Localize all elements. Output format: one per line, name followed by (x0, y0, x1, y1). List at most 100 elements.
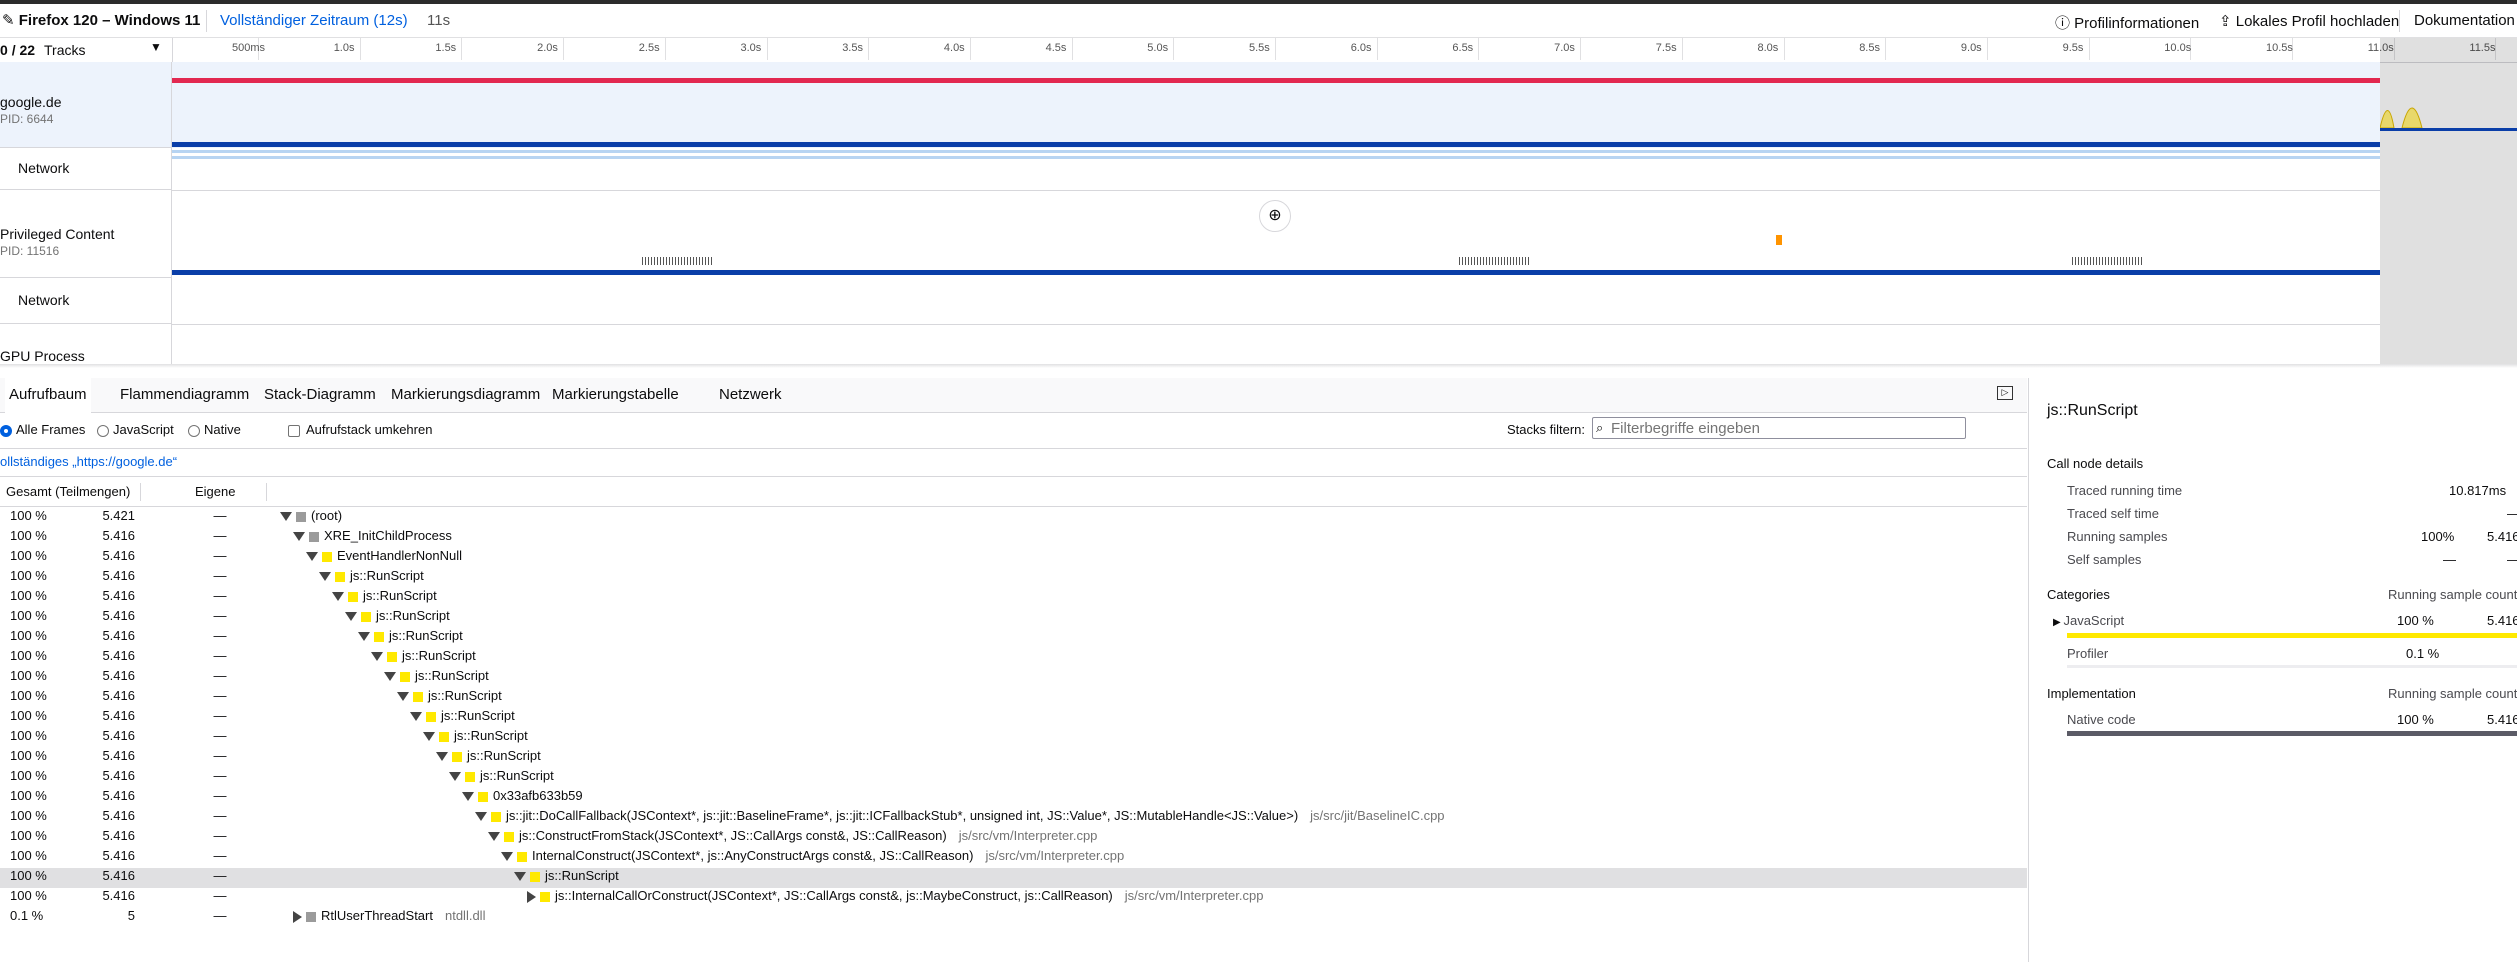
breadcrumb-item[interactable]: ollständiges „https://google.de“ (0, 454, 177, 469)
tick-label: 6.0s (1350, 42, 1372, 54)
row-self: — (213, 908, 227, 923)
category-swatch (491, 811, 501, 822)
tick-line (1376, 38, 1378, 60)
triangle-right-icon[interactable] (527, 890, 536, 903)
search-input[interactable] (1609, 419, 1963, 437)
tree-row[interactable]: 100 % 5.416 — EventHandlerNonNull (0, 548, 2027, 568)
triangle-down-icon[interactable] (332, 592, 344, 602)
triangle-down-icon[interactable] (475, 812, 487, 822)
track-google-graph[interactable] (172, 62, 2380, 148)
radio-native[interactable]: Native (188, 422, 241, 437)
tree-row[interactable]: 100 % 5.416 — js::ConstructFromStack(JSCont… (0, 828, 2027, 848)
triangle-down-icon[interactable] (293, 532, 305, 542)
tick-line (1275, 38, 1276, 60)
track-network-2[interactable]: Network (0, 278, 172, 324)
tree-row[interactable]: 100 % 5.416 — js::RunScript (0, 688, 2027, 708)
app-title[interactable]: ✎ Firefox 120 – Windows 11 (2, 11, 200, 29)
tree-row[interactable]: 100 % 5.421 — (root) (0, 508, 2027, 528)
network-graph-1[interactable] (172, 148, 2380, 191)
tree-row[interactable]: 0.1 % 5 — RtlUserThreadStart ntdll.dll (0, 908, 2027, 928)
filter-field[interactable]: ⌕ (1592, 417, 1966, 439)
tree-row[interactable]: 100 % 5.416 — js::RunScript (0, 668, 2027, 688)
tree-row[interactable]: 100 % 5.416 — js::RunScript (0, 708, 2027, 728)
tick-line (359, 38, 361, 60)
triangle-down-icon[interactable] (436, 752, 448, 762)
tick-label: 9.5s (2062, 42, 2084, 54)
triangle-down-icon[interactable] (358, 632, 370, 642)
tree-row[interactable]: 100 % 5.416 — js::jit::DoCallFallback(JSCon… (0, 808, 2027, 828)
triangle-down-icon[interactable] (345, 612, 357, 622)
triangle-down-icon[interactable] (488, 832, 500, 842)
tree-row[interactable]: 100 % 5.416 — js::RunScript (0, 648, 2027, 668)
sidebar-toggle-icon[interactable]: ▷ (1997, 386, 2013, 400)
track-count: 0 / 22 (0, 42, 36, 58)
range-full-link[interactable]: Vollständiger Zeitraum (12s) (220, 12, 408, 29)
triangle-down-icon[interactable] (410, 712, 422, 722)
row-total: 5.416 (102, 608, 135, 623)
function-library: ntdll.dll (444, 908, 486, 923)
range-current[interactable]: 11s (427, 12, 450, 29)
tab-stack-chart[interactable]: Stack-Diagramm (260, 378, 380, 412)
category-profiler-pct: 0.1 % (2406, 646, 2440, 661)
tree-row[interactable]: 100 % 5.416 — js::InternalCallOrConstruct(J… (0, 888, 2027, 908)
tree-row[interactable]: 100 % 5.416 — js::RunScript (0, 628, 2027, 648)
tree-row[interactable]: 100 % 5.416 — js::RunScript (0, 868, 2027, 888)
tab-flame-graph[interactable]: Flammendiagramm (116, 378, 253, 412)
tree-row[interactable]: 100 % 5.416 — js::RunScript (0, 728, 2027, 748)
triangle-down-icon[interactable] (384, 672, 396, 682)
tree-row[interactable]: 100 % 5.416 — js::RunScript (0, 588, 2027, 608)
category-swatch (465, 771, 475, 782)
triangle-down-icon[interactable] (397, 692, 409, 702)
upload-button[interactable]: ⇪ Lokales Profil hochladen (2219, 12, 2399, 30)
docs-link[interactable]: Dokumentation (2414, 12, 2515, 29)
tree-row[interactable]: 100 % 5.416 — js::RunScript (0, 608, 2027, 628)
row-percent: 100 % (10, 708, 47, 723)
tab-marker-table[interactable]: Markierungstabelle (548, 378, 683, 412)
tree-row[interactable]: 100 % 5.416 — js::RunScript (0, 768, 2027, 788)
zoom-icon[interactable]: ⊕ (1259, 200, 1291, 232)
triangle-down-icon[interactable] (514, 872, 526, 882)
triangle-down-icon[interactable] (306, 552, 318, 562)
profile-info-button[interactable]: ⓘ Profilinformationen (2055, 12, 2199, 33)
tab-call-tree[interactable]: Aufrufbaum (5, 378, 91, 414)
tree-row[interactable]: 100 % 5.416 — js::RunScript (0, 568, 2027, 588)
triangle-down-icon[interactable] (449, 772, 461, 782)
category-js-bar (2067, 633, 2517, 638)
network-graph-2[interactable] (172, 278, 2380, 325)
time-ruler[interactable]: 500ms 1.0s 1.5s 2.0s 2.5s 3.0s 3.5s 4.0s 4.5s 5.0… (172, 38, 2517, 63)
track-pid: PID: 6644 (0, 112, 54, 126)
row-total: 5.416 (102, 528, 135, 543)
triangle-down-icon[interactable] (371, 652, 383, 662)
tree-row[interactable]: 100 % 5.416 — XRE_InitChildProcess (0, 528, 2027, 548)
tree-row[interactable]: 100 % 5.416 — 0x33afb633b59 (0, 788, 2027, 808)
triangle-down-icon[interactable] (501, 852, 513, 862)
row-percent: 100 % (10, 648, 47, 663)
radio-javascript[interactable]: JavaScript (97, 422, 174, 437)
invert-checkbox[interactable]: Aufrufstack umkehren (288, 422, 432, 437)
track-network-1[interactable]: Network (0, 148, 172, 190)
track-count-selector[interactable]: 0 / 22 Tracks ▼ (0, 38, 173, 63)
sidebar-title: js::RunScript (2047, 402, 2138, 419)
row-total: 5.416 (102, 648, 135, 663)
row-self: — (213, 548, 227, 563)
row-function: js::RunScript (436, 748, 541, 763)
radio-all-frames[interactable]: Alle Frames (0, 422, 85, 437)
category-javascript[interactable]: ▶ JavaScript (2053, 613, 2124, 628)
marker-orange (1776, 235, 1782, 245)
tree-row[interactable]: 100 % 5.416 — js::RunScript (0, 748, 2027, 768)
triangle-right-icon[interactable] (293, 910, 302, 923)
checkbox-icon (288, 424, 300, 437)
tab-network[interactable]: Netzwerk (715, 378, 786, 412)
track-privileged[interactable]: Privileged Content PID: 11516 (0, 190, 172, 278)
triangle-down-icon[interactable] (319, 572, 331, 582)
triangle-down-icon[interactable] (462, 792, 474, 802)
track-gpu[interactable]: GPU Process (0, 324, 172, 368)
splitter[interactable] (0, 364, 2517, 368)
track-google[interactable]: google.de PID: 6644 (0, 62, 172, 148)
tab-marker-chart[interactable]: Markierungsdiagramm (387, 378, 544, 412)
running-samples-label: Running samples (2067, 529, 2168, 544)
tree-row[interactable]: 100 % 5.416 — InternalConstruct(JSContext*,… (0, 848, 2027, 868)
row-function: js::RunScript (384, 668, 489, 683)
triangle-down-icon[interactable] (423, 732, 435, 742)
triangle-down-icon[interactable] (280, 512, 292, 522)
